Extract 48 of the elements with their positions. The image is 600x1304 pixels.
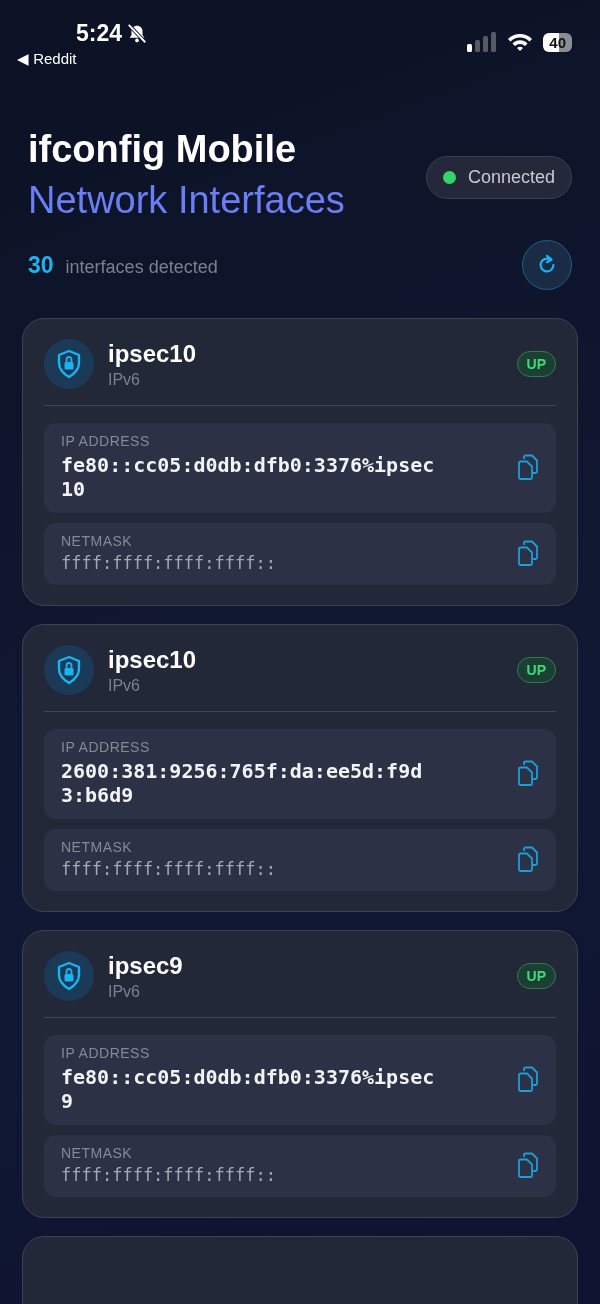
address-family: IPv6	[108, 982, 141, 1001]
connection-label: Connected	[467, 167, 555, 188]
copy-button[interactable]	[517, 1152, 539, 1178]
page-subtitle: Network Interfaces	[28, 179, 345, 222]
field-label: NETMASK	[61, 1145, 134, 1161]
field-value: ffff:ffff:ffff:ffff::	[61, 1165, 277, 1185]
app-title: ifconfig Mobile	[28, 128, 298, 171]
refresh-button[interactable]	[522, 240, 572, 290]
status-badge: UP	[516, 657, 556, 683]
shield-lock-icon	[44, 951, 94, 1001]
shield-lock-icon	[44, 339, 94, 389]
count-label: interfaces detected	[65, 256, 218, 278]
field-label: NETMASK	[61, 839, 134, 855]
interface-name: ipsec10	[108, 339, 198, 368]
copy-icon	[517, 540, 539, 566]
shield-lock-icon	[44, 645, 94, 695]
copy-icon	[517, 846, 539, 872]
field-value: 2600:381:9256:765f:da:ee5d:f9d3:b6d9	[61, 759, 424, 807]
field-label: IP ADDRESS	[61, 1045, 151, 1061]
field-value: ffff:ffff:ffff:ffff::	[61, 553, 277, 573]
address-family: IPv6	[108, 370, 141, 389]
bell-muted-icon	[126, 22, 149, 45]
copy-icon	[517, 454, 539, 480]
wifi-icon	[507, 32, 534, 52]
field-label: IP ADDRESS	[61, 739, 151, 755]
interface-name: ipsec9	[108, 951, 184, 980]
copy-icon	[517, 760, 539, 786]
field-value: fe80::cc05:d0db:dfb0:3376%ipsec9	[61, 1065, 436, 1113]
back-link[interactable]: ◀ Reddit	[17, 50, 149, 68]
status-badge: UP	[516, 351, 556, 377]
copy-button[interactable]	[517, 540, 539, 566]
field-value: ffff:ffff:ffff:ffff::	[61, 859, 277, 879]
field-label: IP ADDRESS	[61, 433, 151, 449]
copy-icon	[517, 1152, 539, 1178]
interface-count: 30	[28, 251, 54, 279]
address-family: IPv6	[108, 676, 141, 695]
status-time: 5:24	[76, 20, 123, 47]
field-value: fe80::cc05:d0db:dfb0:3376%ipsec10	[61, 453, 436, 501]
status-badge: UP	[516, 963, 556, 989]
signal-icon	[467, 32, 498, 52]
field-label: NETMASK	[61, 533, 134, 549]
copy-icon	[517, 1066, 539, 1092]
copy-button[interactable]	[517, 760, 539, 786]
copy-button[interactable]	[517, 1066, 539, 1092]
battery-indicator: 40	[543, 32, 572, 52]
interface-name: ipsec10	[108, 645, 198, 674]
copy-button[interactable]	[517, 846, 539, 872]
copy-button[interactable]	[517, 454, 539, 480]
